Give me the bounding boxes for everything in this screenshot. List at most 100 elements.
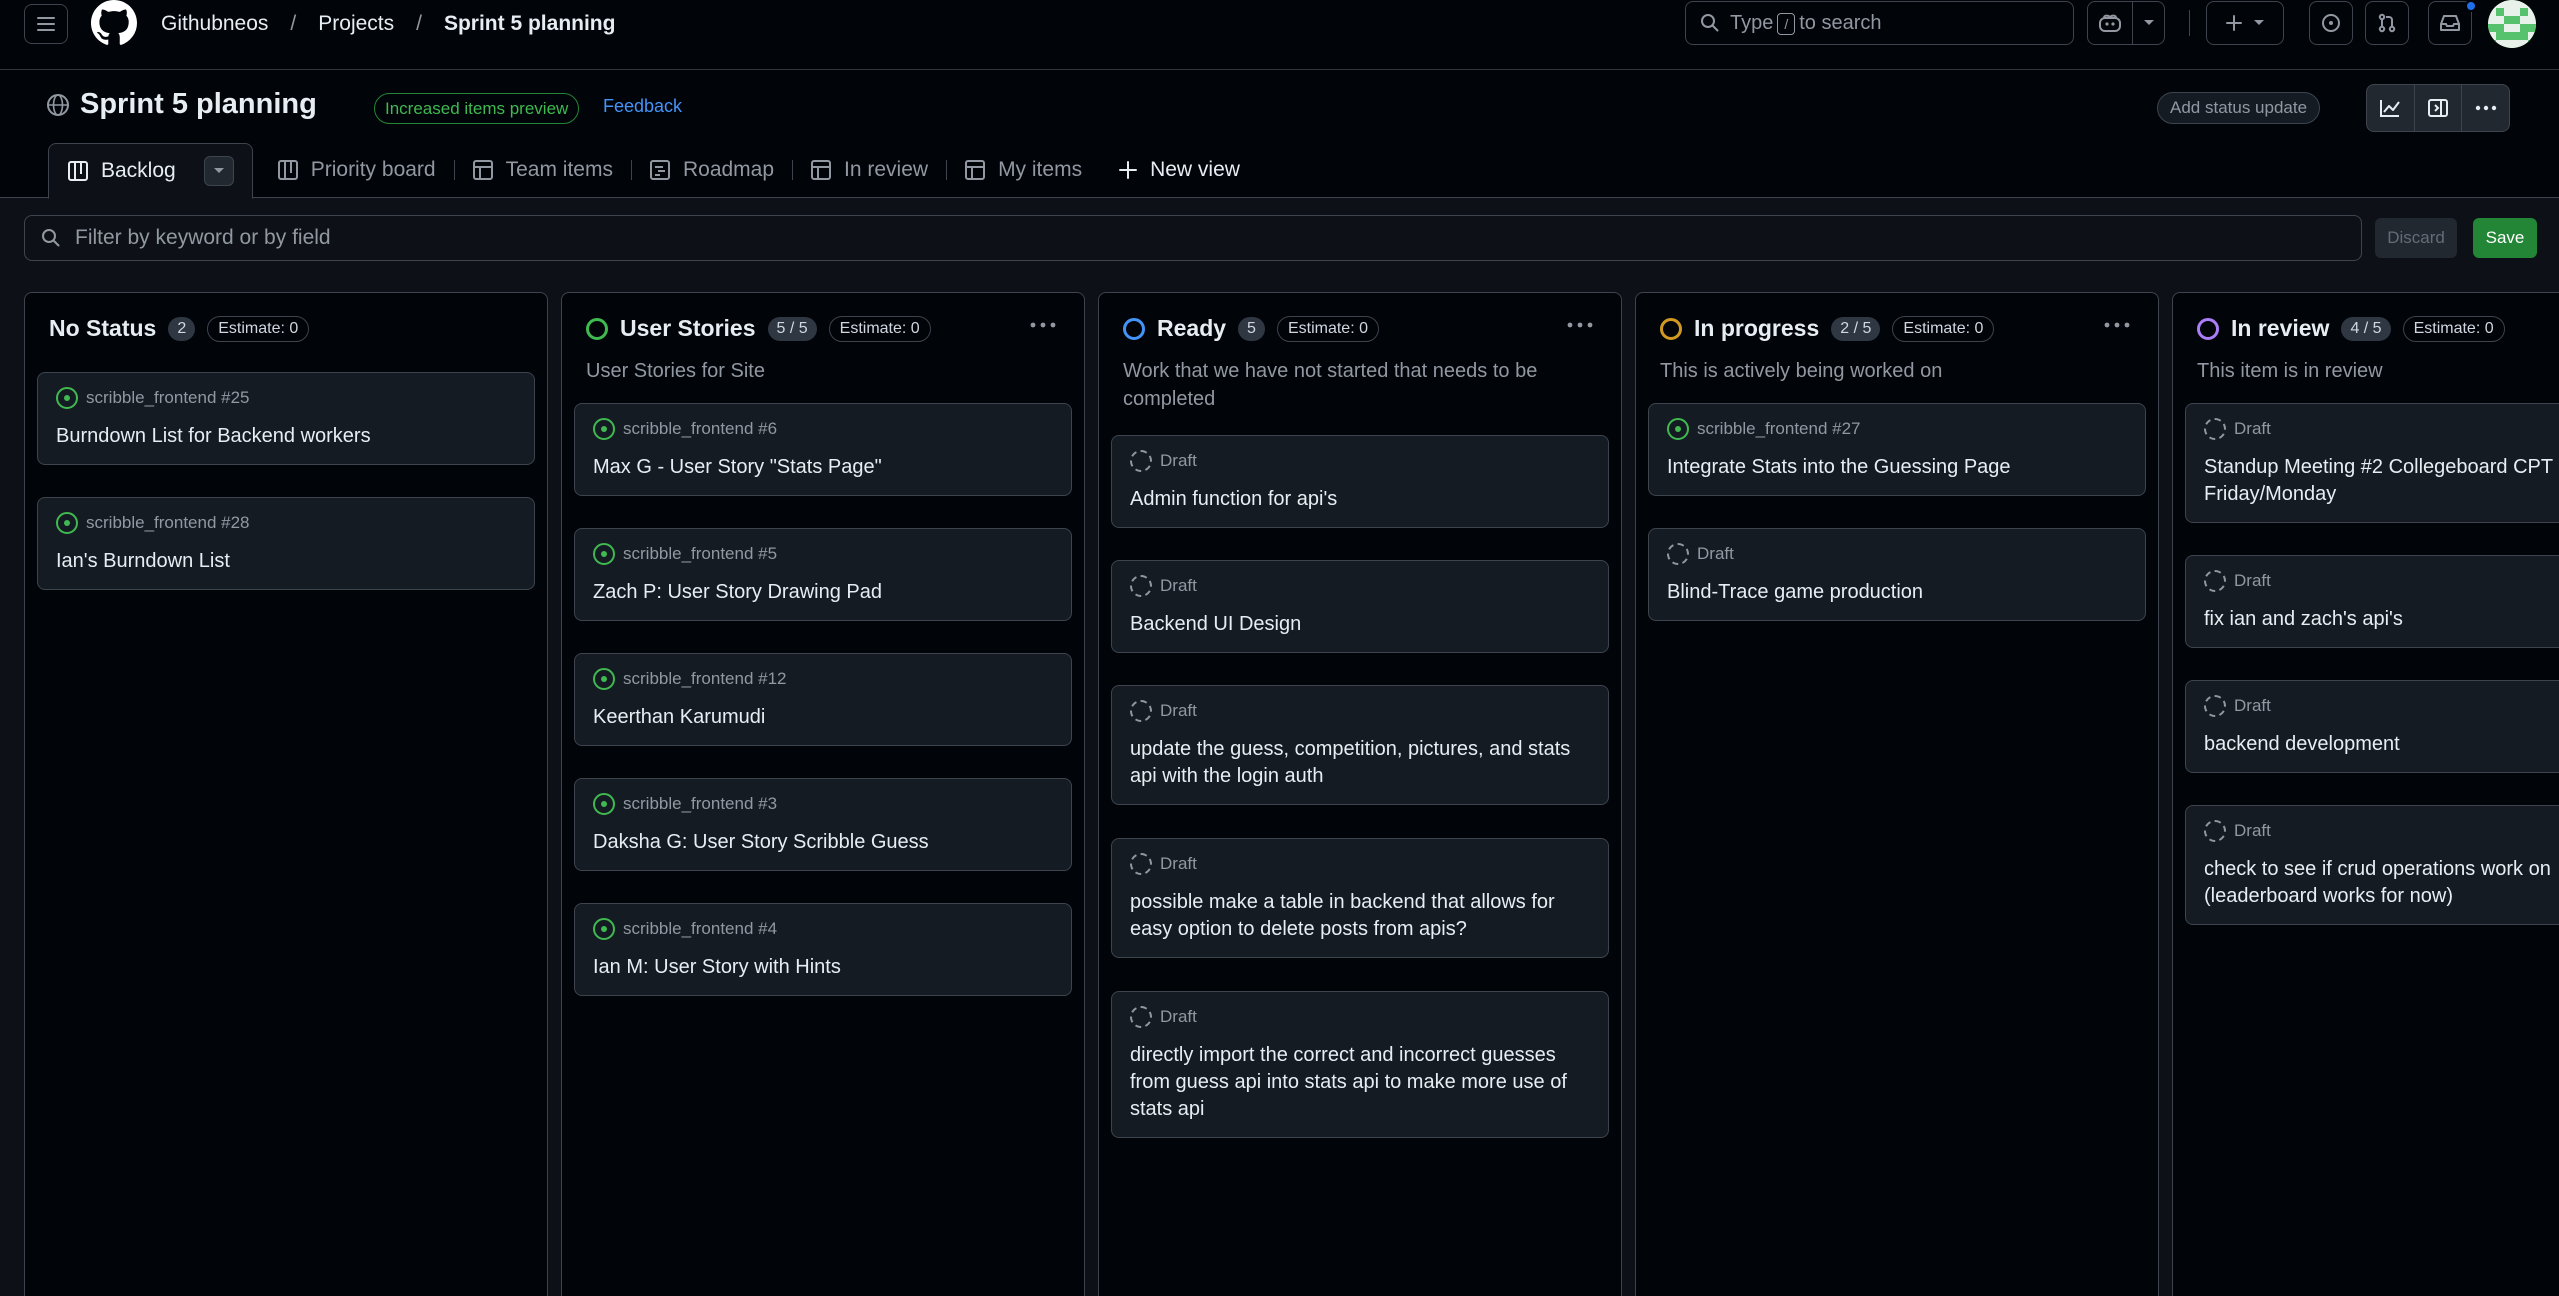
tab-backlog[interactable]: Backlog	[48, 143, 253, 199]
tab-priority-board[interactable]: Priority board	[259, 143, 455, 197]
board-card[interactable]: scribble_frontend #3 Daksha G: User Stor…	[574, 778, 1072, 871]
draft-icon	[2204, 570, 2226, 592]
pull-requests-button[interactable]	[2365, 1, 2409, 45]
board-card[interactable]: Draft Admin function for api's	[1111, 435, 1609, 528]
board-card[interactable]: Draft Backend UI Design	[1111, 560, 1609, 653]
column-menu-button[interactable]	[1030, 315, 1056, 333]
board-card[interactable]: scribble_frontend #28 Ian's Burndown Lis…	[37, 497, 535, 590]
card-repo-ref[interactable]: scribble_frontend #4	[623, 919, 777, 939]
new-view-button[interactable]: New view	[1100, 143, 1258, 197]
card-repo-ref[interactable]: scribble_frontend #27	[1697, 419, 1861, 439]
board-card[interactable]: scribble_frontend #12 Keerthan Karumudi	[574, 653, 1072, 746]
card-title[interactable]: Backend UI Design	[1130, 611, 1590, 638]
column-title: In review	[2231, 315, 2330, 341]
insights-button[interactable]	[2367, 85, 2415, 131]
view-options-button[interactable]	[203, 156, 234, 186]
card-title[interactable]: update the guess, competition, pictures,…	[1130, 736, 1590, 790]
page-title[interactable]: Sprint 5 planning	[80, 88, 317, 121]
add-status-update-button[interactable]: Add status update	[2157, 92, 2321, 124]
discard-button[interactable]: Discard	[2375, 218, 2457, 258]
feedback-link[interactable]: Feedback	[603, 96, 682, 117]
board-card[interactable]: Draft directly import the correct and in…	[1111, 991, 1609, 1138]
copilot-button[interactable]	[2087, 1, 2165, 45]
board-card[interactable]: Draft fix ian and zach's api's	[2185, 555, 2559, 648]
card-repo-ref[interactable]: scribble_frontend #6	[623, 419, 777, 439]
search-icon	[1701, 14, 1719, 32]
card-draft-label: Draft	[1160, 701, 1197, 720]
card-title[interactable]: Zach P: User Story Drawing Pad	[593, 579, 1053, 606]
card-draft-label: Draft	[2234, 696, 2271, 715]
issue-open-icon	[593, 418, 615, 440]
board-card[interactable]: scribble_frontend #6 Max G - User Story …	[574, 403, 1072, 496]
project-title-row: Sprint 5 planning	[46, 88, 317, 121]
board-card[interactable]: scribble_frontend #25 Burndown List for …	[37, 372, 535, 465]
board-card[interactable]: Draft update the guess, competition, pic…	[1111, 685, 1609, 805]
more-options-button[interactable]	[2462, 85, 2509, 131]
tab-my-items[interactable]: My items	[946, 143, 1100, 197]
estimate-badge: Estimate: 0	[1276, 315, 1379, 342]
issues-button[interactable]	[2309, 1, 2353, 45]
card-title[interactable]: Integrate Stats into the Guessing Page	[1667, 454, 2127, 481]
draft-icon	[1130, 450, 1152, 472]
board-card[interactable]: Draft backend development	[2185, 680, 2559, 773]
column-menu-button[interactable]	[2104, 315, 2130, 333]
filter-input[interactable]: Filter by keyword or by field	[24, 215, 2362, 261]
card-repo-ref[interactable]: scribble_frontend #5	[623, 544, 777, 564]
card-title[interactable]: Standup Meeting #2 Collegeboard CPT Frid…	[2204, 454, 2559, 508]
card-title[interactable]: Burndown List for Backend workers	[56, 423, 516, 450]
card-repo-ref[interactable]: scribble_frontend #25	[86, 388, 250, 408]
card-title[interactable]: Max G - User Story "Stats Page"	[593, 454, 1053, 481]
search-icon	[42, 229, 60, 247]
card-draft-label: Draft	[1160, 1007, 1197, 1026]
column-menu-button[interactable]	[1567, 315, 1593, 333]
inbox-icon	[2440, 15, 2460, 31]
tab-in-review[interactable]: In review	[792, 143, 948, 197]
draft-icon	[1130, 575, 1152, 597]
card-repo-ref[interactable]: scribble_frontend #3	[623, 794, 777, 814]
create-new-button[interactable]	[2206, 1, 2284, 45]
side-panel-button[interactable]	[2415, 85, 2463, 131]
card-title[interactable]: backend development	[2204, 731, 2559, 758]
card-title[interactable]: check to see if crud operations work on …	[2204, 856, 2559, 910]
board-card[interactable]: scribble_frontend #27 Integrate Stats in…	[1648, 403, 2146, 496]
breadcrumb-org[interactable]: Githubneos	[161, 12, 268, 36]
card-repo-ref[interactable]: scribble_frontend #28	[86, 513, 250, 533]
card-title[interactable]: fix ian and zach's api's	[2204, 606, 2559, 633]
card-repo-ref[interactable]: scribble_frontend #12	[623, 669, 787, 689]
card-title[interactable]: Blind-Trace game production	[1667, 579, 2127, 606]
board-card[interactable]: Draft Blind-Trace game production	[1648, 528, 2146, 621]
board: No Status 2 Estimate: 0 scribble_fronten…	[24, 292, 2559, 1296]
board-card[interactable]: Draft Standup Meeting #2 Collegeboard CP…	[2185, 403, 2559, 523]
github-logo-icon[interactable]	[91, 0, 137, 46]
breadcrumb-current[interactable]: Sprint 5 planning	[444, 12, 616, 36]
breadcrumb-projects[interactable]: Projects	[318, 12, 394, 36]
card-title[interactable]: Ian M: User Story with Hints	[593, 954, 1053, 981]
card-title[interactable]: possible make a table in backend that al…	[1130, 889, 1590, 943]
card-draft-label: Draft	[1160, 576, 1197, 595]
issue-open-icon	[593, 793, 615, 815]
board-card[interactable]: scribble_frontend #5 Zach P: User Story …	[574, 528, 1072, 621]
status-circle-icon	[586, 317, 608, 340]
preview-badge[interactable]: Increased items preview	[374, 93, 580, 124]
card-title[interactable]: directly import the correct and incorrec…	[1130, 1042, 1590, 1123]
card-title[interactable]: Ian's Burndown List	[56, 548, 516, 575]
sidebar-expand-icon	[2428, 99, 2448, 117]
board-card[interactable]: Draft possible make a table in backend t…	[1111, 838, 1609, 958]
tab-label: Priority board	[310, 158, 436, 181]
card-title[interactable]: Daksha G: User Story Scribble Guess	[593, 829, 1053, 856]
board-card[interactable]: scribble_frontend #4 Ian M: User Story w…	[574, 903, 1072, 996]
menu-button[interactable]	[24, 4, 68, 44]
draft-icon	[2204, 418, 2226, 440]
tab-roadmap[interactable]: Roadmap	[631, 143, 794, 197]
save-button[interactable]: Save	[2473, 218, 2537, 258]
identicon-icon	[2488, 0, 2536, 48]
board-card[interactable]: Draft check to see if crud operations wo…	[2185, 805, 2559, 925]
tab-label: Roadmap	[682, 158, 775, 181]
card-title[interactable]: Admin function for api's	[1130, 486, 1590, 513]
table-icon	[472, 160, 493, 180]
search-input[interactable]: Type / to search	[1685, 1, 2074, 45]
card-title[interactable]: Keerthan Karumudi	[593, 704, 1053, 731]
card-draft-label: Draft	[1160, 854, 1197, 873]
tab-team-items[interactable]: Team items	[454, 143, 632, 197]
avatar[interactable]	[2488, 0, 2536, 48]
